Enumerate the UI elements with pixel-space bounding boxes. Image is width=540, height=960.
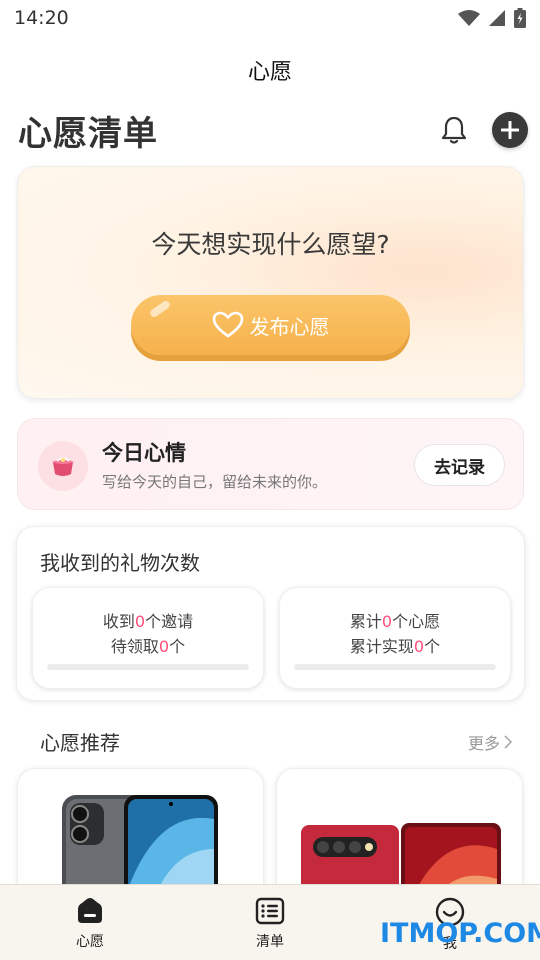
signal-icon xyxy=(489,10,505,26)
bell-icon xyxy=(441,116,467,144)
product-card[interactable] xyxy=(17,768,264,898)
record-mood-button[interactable]: 去记录 xyxy=(414,444,505,486)
wishes-total: 累计0个心愿 xyxy=(349,612,441,631)
gift-count-title: 我收到的礼物次数 xyxy=(40,551,200,575)
recommend-header: 心愿推荐 更多 xyxy=(40,727,512,756)
invitations-progress-bar xyxy=(47,664,249,670)
wifi-icon xyxy=(458,10,480,26)
invitations-count: 0 xyxy=(134,612,146,631)
mood-card[interactable]: 今日心情 写给今天的自己，留给未来的你。 去记录 xyxy=(17,418,524,510)
button-gloss xyxy=(148,299,172,319)
mood-title: 今日心情 xyxy=(102,441,186,465)
foldable-phone-product-image xyxy=(301,823,501,897)
gift-count-card: 我收到的礼物次数 收到0个邀请 待领取0个 累计0个心愿 累计实现0个 xyxy=(16,526,525,701)
notification-button[interactable] xyxy=(436,112,472,148)
hero-card: 今天想实现什么愿望? 发布心愿 xyxy=(17,166,524,399)
status-icons xyxy=(458,8,526,28)
ring-box-icon xyxy=(38,441,88,491)
status-time: 14:20 xyxy=(14,7,69,29)
invitations-box[interactable]: 收到0个邀请 待领取0个 xyxy=(32,587,264,689)
publish-wish-button[interactable]: 发布心愿 xyxy=(131,295,410,355)
mood-subtitle: 写给今天的自己，留给未来的你。 xyxy=(102,473,328,491)
nav-item-wish[interactable]: 心愿 xyxy=(30,885,150,960)
pending-claim: 待领取0个 xyxy=(110,637,186,656)
publish-wish-label: 发布心愿 xyxy=(249,314,330,339)
watermark: ITMOP.COM xyxy=(380,918,540,949)
invitations-received: 收到0个邀请 xyxy=(102,612,194,631)
fulfilled-count: 0 xyxy=(413,637,425,656)
chevron-right-icon xyxy=(504,734,512,749)
more-label: 更多 xyxy=(467,733,500,753)
wishes-progress-bar xyxy=(294,664,496,670)
add-wish-button[interactable] xyxy=(492,112,528,148)
nav-label-list: 清单 xyxy=(256,934,284,950)
list-icon xyxy=(255,897,285,925)
page-title: 心愿清单 xyxy=(18,113,158,154)
header-actions xyxy=(436,112,528,148)
add-icon xyxy=(501,121,519,139)
wishes-fulfilled: 累计实现0个 xyxy=(349,637,441,656)
nav-item-list[interactable]: 清单 xyxy=(210,885,330,960)
app-title: 心愿 xyxy=(247,60,292,85)
home-icon xyxy=(78,898,102,923)
heart-icon xyxy=(212,311,243,338)
status-bar: 14:20 xyxy=(0,0,540,36)
phone-product-image xyxy=(62,795,218,897)
product-card[interactable] xyxy=(276,768,523,898)
more-link[interactable]: 更多 xyxy=(468,730,512,754)
recommend-title: 心愿推荐 xyxy=(40,731,120,755)
wishes-count: 0 xyxy=(381,612,393,631)
battery-icon xyxy=(514,8,526,28)
nav-label-wish: 心愿 xyxy=(76,934,104,950)
wishes-box[interactable]: 累计0个心愿 累计实现0个 xyxy=(279,587,511,689)
pending-count: 0 xyxy=(158,637,170,656)
hero-question: 今天想实现什么愿望? xyxy=(151,230,390,259)
page-header: 心愿清单 xyxy=(18,106,528,154)
